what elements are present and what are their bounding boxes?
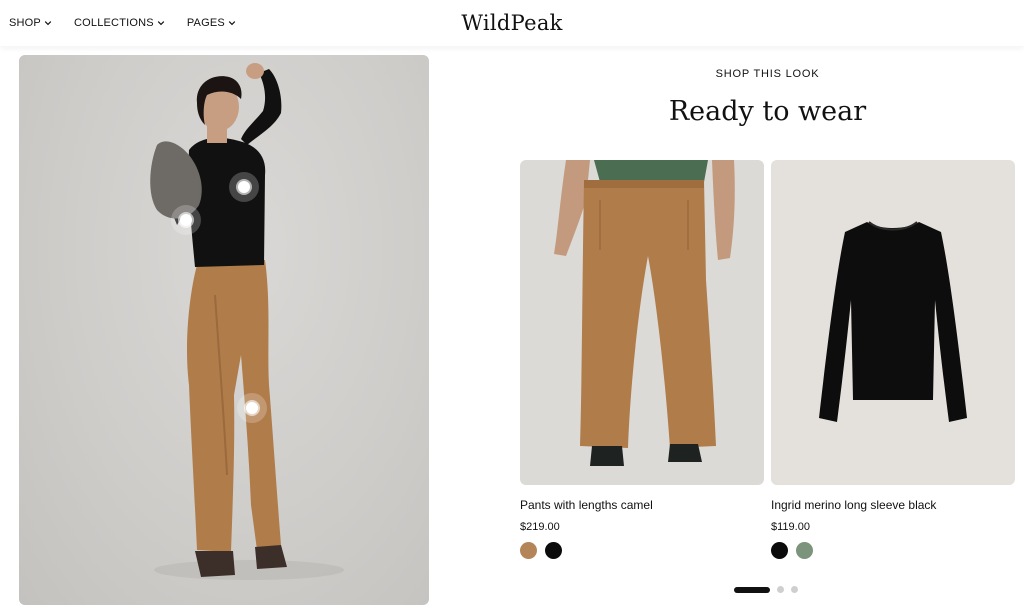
swatch-black[interactable]	[771, 542, 788, 559]
section-eyebrow: SHOP THIS LOOK	[715, 68, 820, 80]
product-title[interactable]: Ingrid merino long sleeve black	[771, 498, 1015, 512]
nav-item-collections[interactable]: COLLECTIONS	[74, 17, 165, 29]
nav-item-label: COLLECTIONS	[73, 17, 154, 29]
color-swatches	[771, 542, 1015, 559]
model-illustration	[150, 63, 344, 580]
nav-item-label: SHOP	[9, 17, 41, 29]
chevron-down-icon	[157, 21, 165, 26]
carousel-dot[interactable]	[777, 586, 784, 593]
nav-item-shop[interactable]: SHOP	[9, 17, 52, 29]
hotspot-pants[interactable]	[237, 393, 267, 423]
carousel-dot[interactable]	[791, 586, 798, 593]
swatch-camel[interactable]	[520, 542, 537, 559]
chevron-down-icon	[44, 21, 52, 26]
product-price: $219.00	[520, 521, 560, 533]
color-swatches	[520, 542, 764, 559]
main-nav: SHOP COLLECTIONS PAGES	[0, 0, 258, 46]
product-title[interactable]: Pants with lengths camel	[520, 498, 764, 512]
site-header: SHOP COLLECTIONS PAGES WildPeak	[0, 0, 1024, 46]
carousel-pagination	[734, 586, 798, 593]
product-price: $119.00	[771, 521, 810, 533]
nav-item-label: PAGES	[186, 17, 225, 29]
product-image[interactable]	[520, 160, 764, 485]
product-card: Ingrid merino long sleeve black $119.00	[771, 160, 1015, 559]
product-card: Pants with lengths camel $219.00	[520, 160, 764, 559]
chevron-down-icon	[228, 21, 236, 26]
product-image[interactable]	[771, 160, 1015, 485]
hotspot-hat[interactable]	[171, 205, 201, 235]
section-heading: Ready to wear	[668, 96, 867, 127]
lookbook-image	[19, 55, 429, 605]
swatch-black[interactable]	[545, 542, 562, 559]
longsleeve-illustration	[819, 221, 967, 422]
carousel-dot-active[interactable]	[734, 586, 770, 593]
pants-illustration	[554, 160, 735, 466]
hotspot-top[interactable]	[229, 172, 259, 202]
nav-item-pages[interactable]: PAGES	[187, 17, 236, 29]
swatch-sage[interactable]	[796, 542, 813, 559]
